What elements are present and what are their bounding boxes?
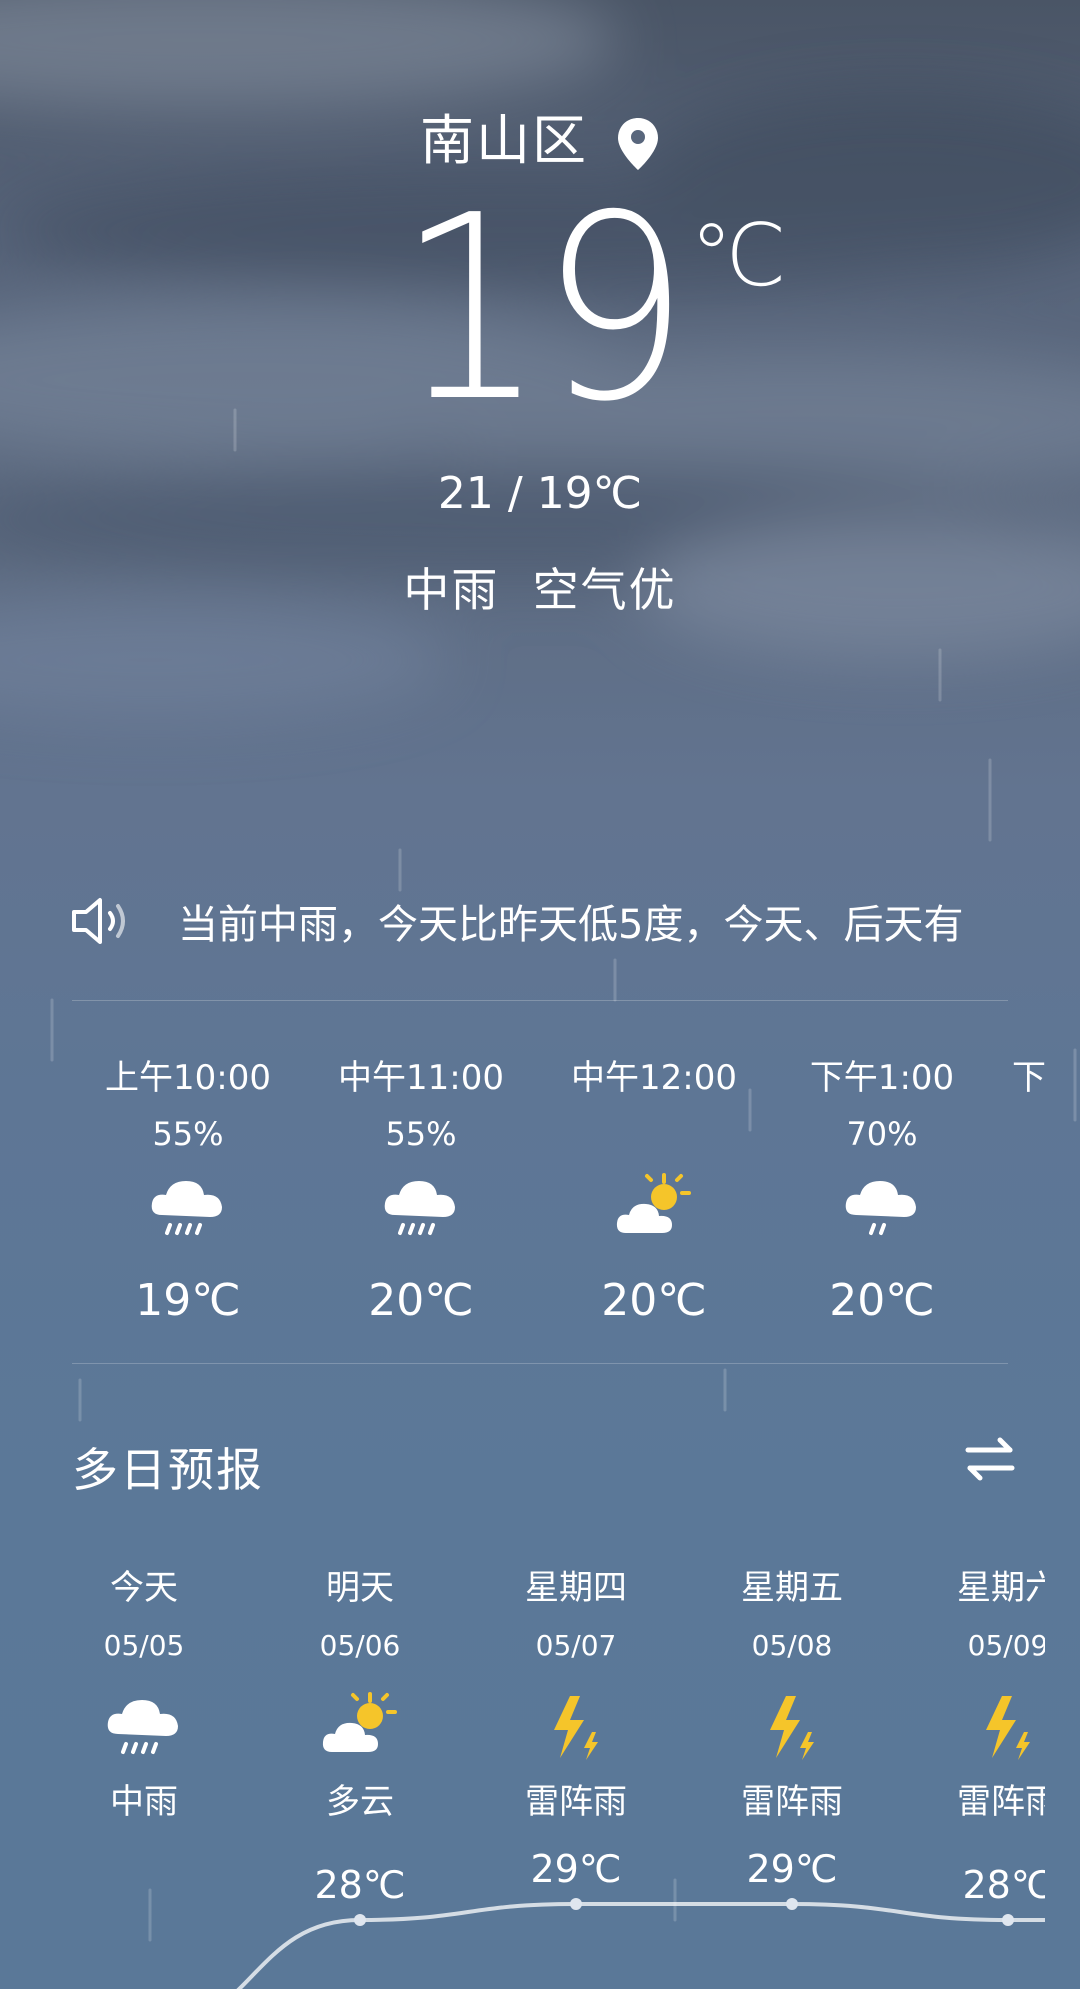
precip-chance: 70%	[846, 1115, 918, 1153]
condition-air-quality[interactable]: 中雨 空气优	[0, 554, 1080, 620]
high-temp-label: 28℃	[314, 1863, 405, 1907]
precip-chance	[554, 1115, 754, 1153]
precip-chance: 55%	[152, 1115, 224, 1153]
high-temp-point	[354, 1914, 366, 1926]
hour-time: 下	[1012, 1058, 1046, 1098]
rain-cloud-icon	[384, 1181, 455, 1235]
day-label: 星期四	[525, 1568, 627, 1608]
hourly-item: 上午10:00 55% 19℃	[88, 1050, 288, 1326]
broadcast-text: 当前中雨，今天比昨天低5度，今天、后天有	[178, 902, 964, 948]
high-temp-point	[570, 1898, 582, 1910]
high-temp-label: 29℃	[530, 1847, 621, 1891]
high-temp-point	[1002, 1914, 1014, 1926]
high-temp-curve: 28℃ 29℃ 29℃ 28℃	[0, 1840, 1045, 1989]
high-temp-point	[786, 1898, 798, 1910]
daily-item[interactable]: 星期四 05/07 雷阵雨	[476, 1560, 676, 1823]
hourly-item: 下	[1012, 1050, 1047, 1099]
temperature-value: 19	[396, 161, 689, 458]
day-label: 星期六	[957, 1568, 1045, 1608]
day-date: 05/07	[535, 1629, 617, 1662]
day-weather: 雷阵雨	[957, 1782, 1045, 1822]
day-date: 05/09	[967, 1629, 1045, 1662]
high-temp-label: 29℃	[746, 1847, 837, 1891]
hour-temp: 20℃	[829, 1275, 935, 1326]
day-label: 今天	[110, 1568, 178, 1608]
hourly-item: 中午12:00 20℃	[554, 1050, 754, 1326]
light-rain-cloud-icon	[845, 1181, 916, 1235]
daily-item[interactable]: 明天 05/06 多云	[260, 1560, 460, 1823]
hour-temp: 20℃	[601, 1275, 707, 1326]
hour-time: 上午10:00	[105, 1058, 271, 1098]
day-date: 05/06	[319, 1629, 401, 1662]
divider	[72, 1363, 1008, 1364]
current-temperature: 19 ℃	[0, 182, 1080, 437]
hourly-forecast[interactable]: 上午10:00 55% 19℃ 中午11:00 55% 20℃ 中午12:00 …	[72, 1050, 1047, 1340]
partly-cloudy-icon	[322, 1692, 397, 1752]
hourly-item: 下午1:00 70% 20℃	[782, 1050, 982, 1326]
day-date: 05/05	[103, 1629, 185, 1662]
thunder-icon	[986, 1696, 1030, 1760]
thunder-icon	[554, 1696, 598, 1760]
rain-cloud-icon	[107, 1700, 178, 1754]
high-temp-line-chart: 28℃ 29℃ 29℃ 28℃	[236, 1847, 1045, 1989]
daily-item[interactable]: 今天 05/05 中雨	[44, 1560, 244, 1823]
high-temp-label: 28℃	[962, 1863, 1045, 1907]
divider	[72, 1000, 1008, 1001]
partly-cloudy-icon	[616, 1173, 691, 1233]
multi-day-title: 多日预报	[72, 1443, 264, 1497]
day-weather: 中雨	[110, 1782, 178, 1822]
temperature-unit: ℃	[690, 206, 787, 306]
daily-item[interactable]: 星期六 05/09 雷阵雨	[908, 1560, 1045, 1823]
swap-arrows-icon[interactable]	[964, 1436, 1016, 1482]
weather-broadcast[interactable]: 当前中雨，今天比昨天低5度，今天、后天有	[70, 890, 1005, 952]
speaker-icon[interactable]	[70, 896, 134, 946]
day-weather: 雷阵雨	[741, 1782, 843, 1822]
hour-time: 中午12:00	[571, 1058, 737, 1098]
thunder-icon	[770, 1696, 814, 1760]
hour-temp: 19℃	[135, 1275, 241, 1326]
day-date: 05/08	[751, 1629, 833, 1662]
hour-time: 中午11:00	[338, 1058, 504, 1098]
hour-temp: 20℃	[368, 1275, 474, 1326]
hourly-item: 中午11:00 55% 20℃	[321, 1050, 521, 1326]
precip-chance: 55%	[385, 1115, 457, 1153]
temperature-range: 21 / 19℃	[437, 468, 643, 519]
rain-cloud-icon	[151, 1181, 222, 1235]
daily-item[interactable]: 星期五 05/08 雷阵雨	[692, 1560, 892, 1823]
day-label: 明天	[326, 1568, 394, 1608]
hour-time: 下午1:00	[809, 1058, 955, 1098]
day-weather: 多云	[326, 1782, 394, 1822]
day-label: 星期五	[741, 1568, 843, 1608]
day-weather: 雷阵雨	[525, 1782, 627, 1822]
high-temp-line	[236, 1902, 1045, 1989]
